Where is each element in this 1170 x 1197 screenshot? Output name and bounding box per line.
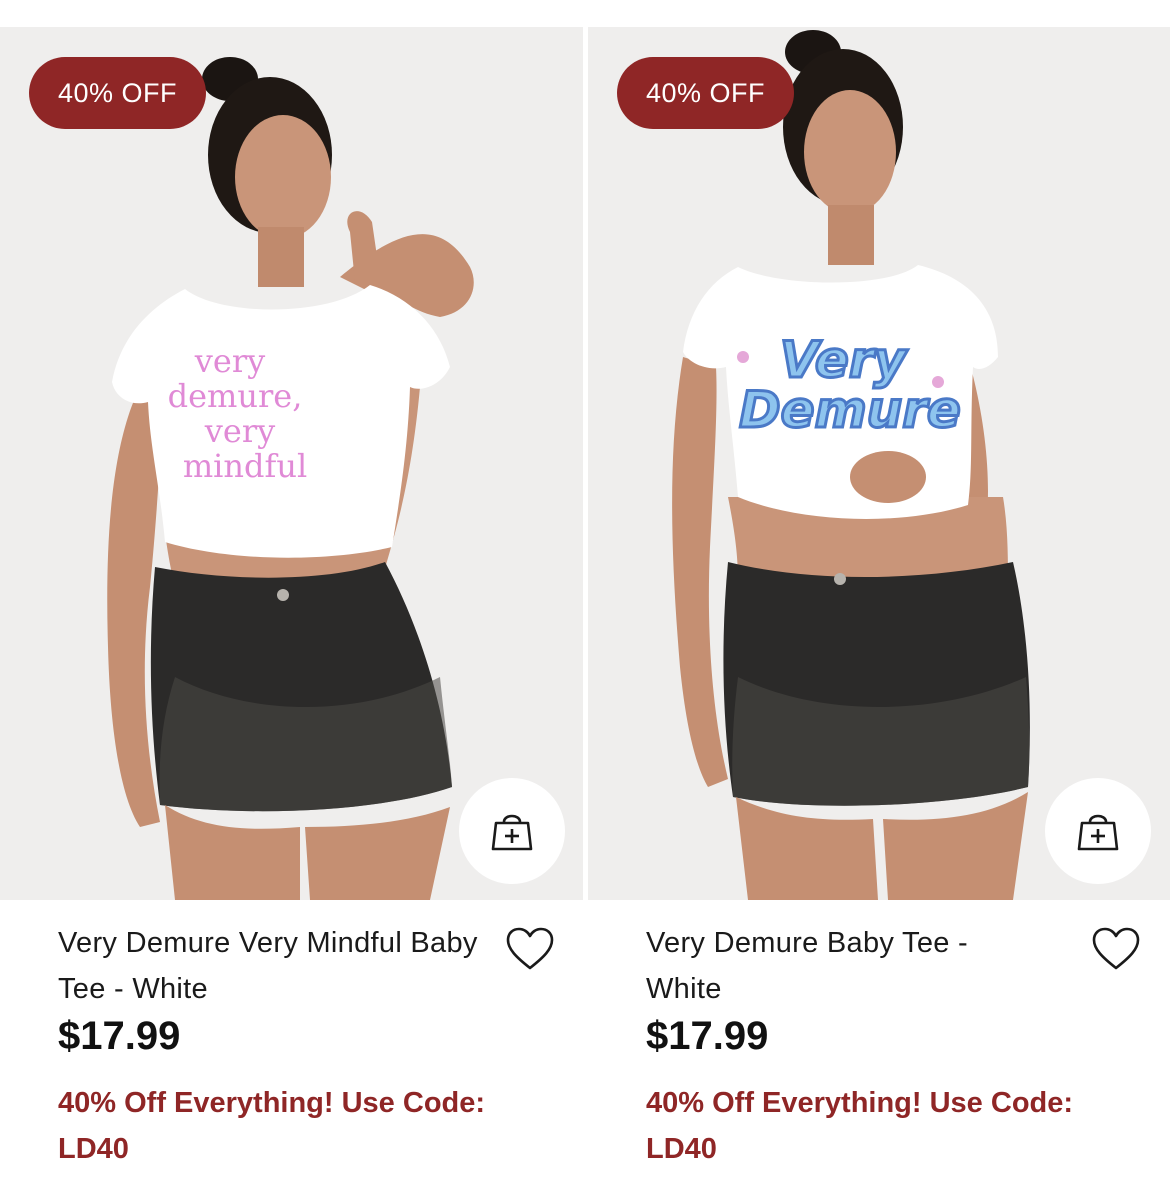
svg-text:very: very xyxy=(204,412,275,450)
add-to-bag-button[interactable] xyxy=(1045,778,1151,884)
shopping-bag-plus-icon xyxy=(491,814,533,851)
heart-outline-icon[interactable] xyxy=(1092,927,1140,971)
svg-text:mindful: mindful xyxy=(183,447,307,485)
product-image[interactable]: Very Demure 40% OFF xyxy=(588,27,1170,900)
model-photo: Very Demure xyxy=(672,30,1030,900)
promo-text: 40% Off Everything! Use Code: LD40 xyxy=(58,1087,486,1165)
promo-text: 40% Off Everything! Use Code: LD40 xyxy=(646,1087,1074,1165)
product-card[interactable]: very demure, very mindful 40% OFF Very D… xyxy=(0,27,583,1197)
product-price: $17.99 xyxy=(646,1014,769,1058)
model-photo: very demure, very mindful xyxy=(107,57,474,900)
svg-text:very: very xyxy=(194,342,265,380)
add-to-bag-button[interactable] xyxy=(459,778,565,884)
svg-text:Demure: Demure xyxy=(739,381,961,439)
product-image[interactable]: very demure, very mindful 40% OFF xyxy=(0,27,583,900)
product-name[interactable]: Very Demure Very Mindful Baby Tee - Whit… xyxy=(58,920,478,1012)
product-info: Very Demure Very Mindful Baby Tee - Whit… xyxy=(58,920,568,1172)
product-info: Very Demure Baby Tee - White $17.99 40% … xyxy=(646,920,1156,1172)
discount-badge: 40% OFF xyxy=(617,57,794,129)
discount-badge: 40% OFF xyxy=(29,57,206,129)
svg-text:demure,: demure, xyxy=(168,377,303,415)
product-card[interactable]: Very Demure 40% OFF Very Demure Baby Tee… xyxy=(588,27,1170,1197)
top-strip xyxy=(0,0,1170,27)
shopping-bag-plus-icon xyxy=(1077,814,1119,851)
product-price: $17.99 xyxy=(58,1014,181,1058)
product-name[interactable]: Very Demure Baby Tee - White xyxy=(646,920,1036,1012)
heart-outline-icon[interactable] xyxy=(506,927,554,971)
